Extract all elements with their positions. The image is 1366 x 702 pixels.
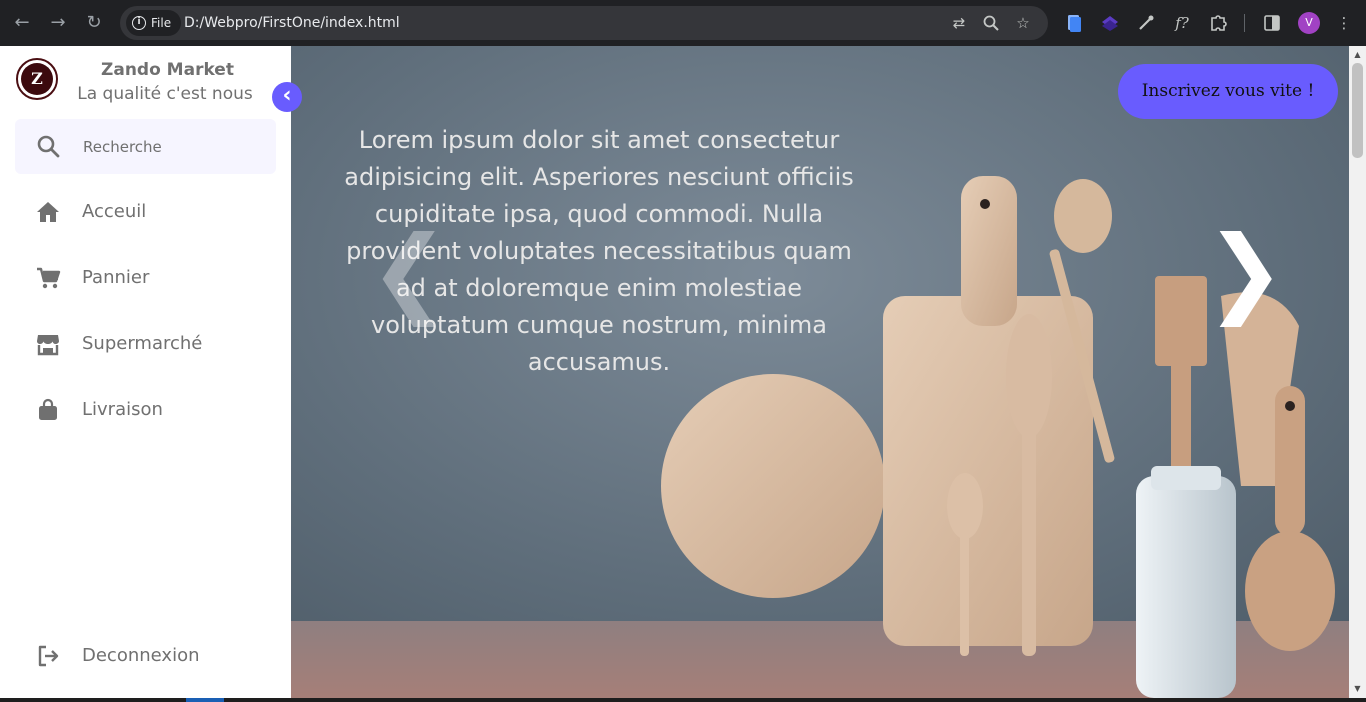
menu-item-label: Pannier — [82, 267, 150, 288]
menu-item-pannier[interactable]: Pannier — [15, 253, 276, 303]
reload-icon[interactable]: ↻ — [82, 11, 106, 35]
home-icon — [35, 199, 61, 225]
taskbar-active-indicator — [186, 698, 224, 702]
logo-letter: Z — [21, 63, 53, 95]
scroll-down-icon[interactable]: ▼ — [1349, 682, 1366, 696]
menu-item-supermarche[interactable]: Supermarché — [15, 319, 276, 369]
eyedropper-icon[interactable] — [1135, 12, 1157, 34]
menu-item-livraison[interactable]: Livraison — [15, 385, 276, 435]
logout-icon — [35, 643, 61, 669]
browser-toolbar: ← → ↻ i File D:/Webpro/FirstOne/index.ht… — [0, 0, 1366, 46]
menu-item-acceuil[interactable]: Acceuil — [15, 187, 276, 237]
carousel-next-arrow[interactable]: ❯ — [1205, 216, 1285, 326]
menu-item-label: Acceuil — [82, 201, 147, 222]
zoom-icon[interactable] — [982, 14, 1000, 32]
extension-layers-icon[interactable] — [1099, 12, 1121, 34]
brand-name: Zando Market — [101, 60, 234, 80]
search-box[interactable] — [15, 119, 276, 174]
search-input[interactable] — [81, 119, 261, 174]
store-icon — [35, 331, 61, 357]
main-content: Lorem ipsum dolor sit amet consectetur a… — [291, 46, 1349, 698]
forward-icon[interactable]: → — [46, 11, 70, 35]
carousel-prev-arrow[interactable]: ❮ — [369, 216, 449, 326]
translate-icon[interactable]: ⇄ — [950, 14, 968, 32]
cart-icon — [35, 265, 61, 291]
sidebar: Z Zando Market La qualité c'est nous Acc… — [0, 46, 291, 698]
site-info-chip[interactable]: i File — [126, 10, 182, 36]
scroll-up-icon[interactable]: ▲ — [1349, 48, 1366, 62]
site-info-label: File — [151, 16, 172, 30]
url-text[interactable]: D:/Webpro/FirstOne/index.html — [184, 6, 400, 40]
address-bar[interactable]: i File D:/Webpro/FirstOne/index.html ⇄ ☆ — [120, 6, 1048, 40]
brand-tagline: La qualité c'est nous — [77, 84, 253, 104]
bookmark-star-icon[interactable]: ☆ — [1014, 14, 1032, 32]
page-scrollbar[interactable]: ▲ ▼ — [1349, 46, 1366, 698]
back-icon[interactable]: ← — [10, 11, 34, 35]
side-panel-icon[interactable] — [1261, 12, 1283, 34]
logout-label: Deconnexion — [82, 645, 200, 666]
brand-logo: Z — [16, 58, 58, 100]
logout-button[interactable]: Deconnexion — [15, 631, 276, 681]
scrollbar-thumb[interactable] — [1352, 63, 1363, 158]
signup-button[interactable]: Inscrivez vous vite ! — [1118, 64, 1338, 119]
menu-item-label: Livraison — [82, 399, 163, 420]
sidebar-toggle-button[interactable]: ‹ — [272, 82, 302, 112]
toolbar-divider — [1244, 14, 1245, 32]
shopping-bag-icon — [35, 397, 61, 423]
more-menu-icon[interactable]: ⋮ — [1333, 12, 1355, 34]
puzzle-extensions-icon[interactable] — [1207, 12, 1229, 34]
info-icon: i — [132, 16, 146, 30]
extension-docs-icon[interactable] — [1063, 12, 1085, 34]
search-icon — [35, 133, 61, 159]
menu-item-label: Supermarché — [82, 333, 203, 354]
profile-avatar[interactable]: V — [1298, 12, 1320, 34]
font-extension-icon[interactable]: f? — [1171, 12, 1193, 34]
